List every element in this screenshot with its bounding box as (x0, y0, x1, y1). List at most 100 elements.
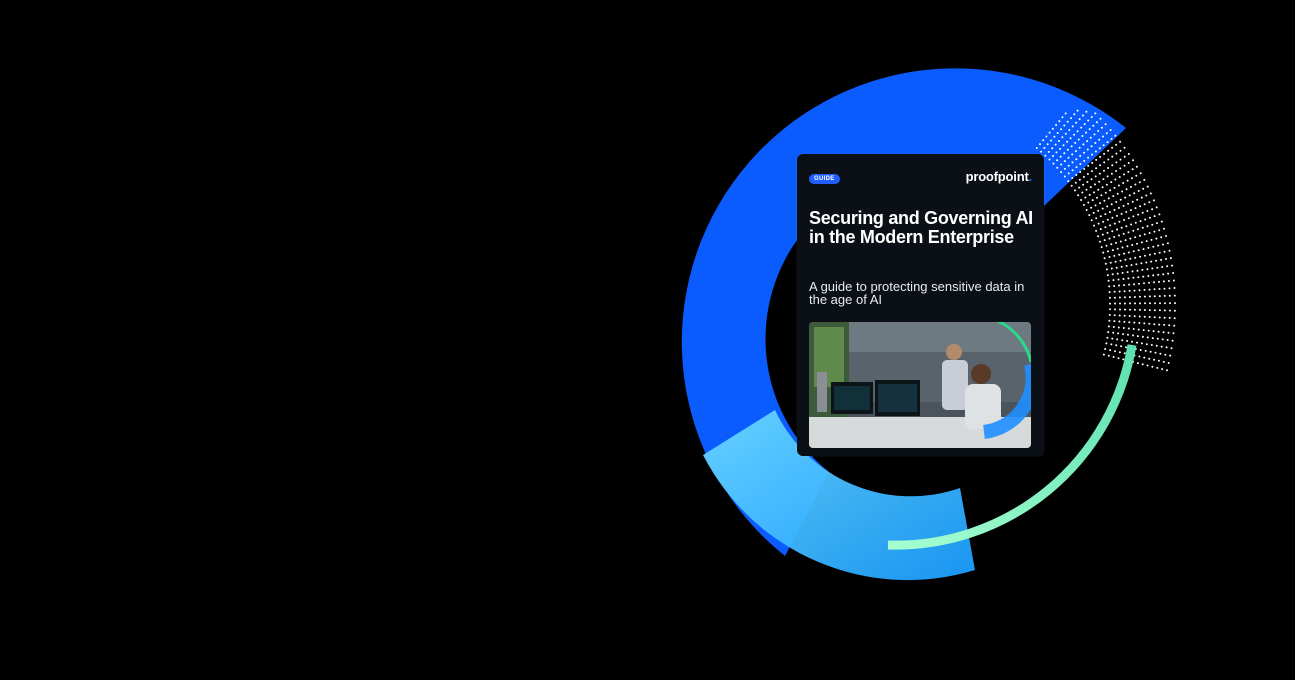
dot (1111, 146, 1114, 149)
dot (1136, 242, 1138, 245)
dot (1149, 350, 1152, 353)
dot (1132, 328, 1135, 330)
dot (1139, 255, 1142, 258)
dot (1121, 339, 1124, 342)
brand-name: proofpoint (965, 169, 1029, 184)
dot (1105, 342, 1108, 345)
dot (1123, 146, 1126, 149)
dot (1113, 222, 1116, 225)
dot (1058, 120, 1061, 123)
dot (1139, 234, 1141, 237)
dot (1079, 163, 1082, 165)
dot (1091, 170, 1093, 173)
dot (1122, 327, 1125, 329)
dot (1068, 129, 1071, 131)
dot (1043, 147, 1046, 149)
dot (1114, 308, 1116, 311)
dot (1119, 149, 1122, 152)
dot (1066, 148, 1069, 151)
dot (1051, 147, 1054, 150)
dot (1130, 223, 1133, 226)
dot (1118, 296, 1121, 299)
dot (1111, 273, 1114, 276)
dot (1039, 143, 1041, 146)
dot (1167, 280, 1170, 282)
dot (1154, 351, 1157, 354)
dot (1138, 308, 1141, 311)
dot (1114, 178, 1117, 181)
dot (1115, 152, 1118, 155)
dot (1091, 199, 1094, 202)
dot (1106, 231, 1109, 234)
dot (1044, 154, 1047, 157)
dot (1158, 213, 1161, 216)
dot (1161, 368, 1164, 371)
dot (1111, 164, 1114, 167)
dot (1127, 170, 1130, 173)
dot (1089, 186, 1092, 189)
dot (1119, 240, 1122, 243)
dot (1061, 116, 1064, 119)
dot (1108, 319, 1111, 322)
dot (1143, 356, 1146, 359)
dot (1095, 229, 1098, 232)
dot (1035, 147, 1038, 149)
dot (1138, 322, 1141, 324)
dot (1118, 351, 1121, 354)
dot (1134, 183, 1137, 186)
dot (1075, 121, 1078, 124)
dot (1160, 220, 1163, 223)
dot (1060, 128, 1062, 131)
dot (1124, 258, 1127, 261)
dot (1108, 291, 1111, 294)
dot (1129, 302, 1131, 305)
dot (1171, 264, 1174, 267)
dot (1063, 167, 1066, 170)
dot (1070, 145, 1073, 148)
dot (1078, 186, 1081, 189)
dot (1163, 227, 1165, 230)
dot (1102, 220, 1105, 223)
dot (1052, 162, 1055, 165)
dot (1106, 218, 1109, 221)
dot (1136, 198, 1139, 201)
dot (1157, 359, 1160, 362)
dot (1067, 164, 1070, 167)
dot (1093, 191, 1095, 194)
dot (1109, 189, 1112, 192)
dot (1102, 178, 1105, 181)
dot (1132, 229, 1135, 232)
dot (1148, 201, 1151, 204)
dot (1123, 352, 1126, 355)
dot (1105, 132, 1108, 135)
dot (1095, 217, 1098, 220)
dot (1134, 221, 1137, 224)
dot (1113, 290, 1116, 293)
dot (1137, 328, 1140, 331)
dot (1154, 302, 1156, 305)
dot (1054, 143, 1057, 146)
dot (1157, 244, 1160, 247)
dot (1100, 194, 1103, 197)
dot (1160, 236, 1163, 239)
dot (1137, 228, 1139, 231)
dot (1149, 302, 1151, 305)
dot (1162, 360, 1165, 363)
dot (1132, 276, 1135, 279)
dot (1140, 342, 1143, 345)
dot (1118, 220, 1121, 223)
dot (1081, 135, 1084, 137)
dot (1118, 320, 1121, 323)
dot (1045, 135, 1048, 138)
dot (1083, 159, 1086, 162)
dot (1061, 136, 1064, 139)
dot (1100, 246, 1103, 249)
dot (1123, 219, 1126, 221)
dot (1099, 215, 1102, 218)
guide-cover[interactable]: GUIDE proofpoint. Securing and Governing… (797, 154, 1044, 456)
dot (1163, 309, 1166, 312)
dot (1124, 302, 1126, 305)
dot (1090, 116, 1093, 118)
dot (1121, 190, 1124, 193)
dot (1107, 279, 1110, 282)
